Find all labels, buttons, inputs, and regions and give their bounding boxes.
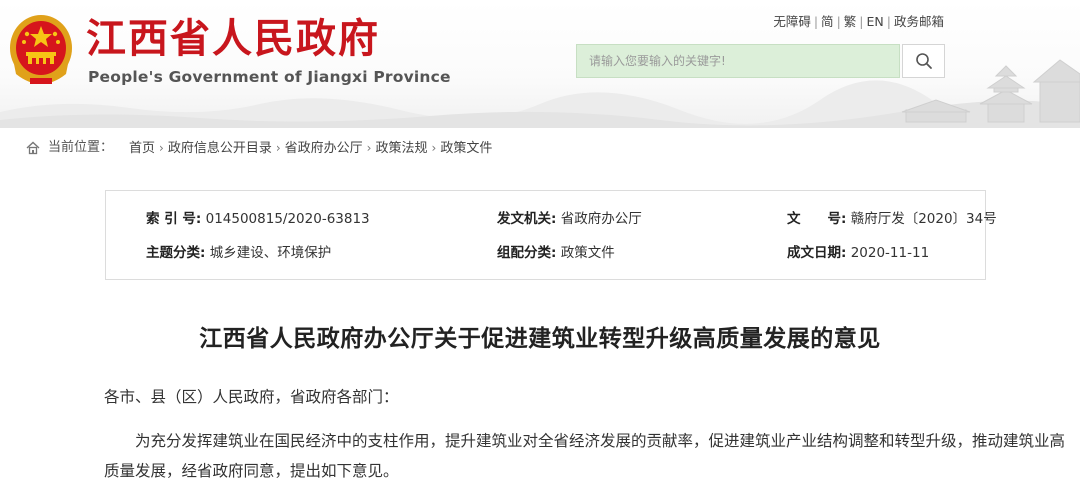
breadcrumb-item-policy-documents[interactable]: 政策文件 [440, 141, 492, 156]
traditional-chinese-link[interactable]: 繁 [844, 14, 857, 29]
meta-index-number: 索 引 号: 014500815/2020-63813 [146, 210, 370, 228]
divider: | [813, 14, 819, 29]
site-title[interactable]: 江西省人民政府 [86, 14, 380, 64]
meta-value: 2020-11-11 [850, 245, 930, 261]
government-mailbox-link[interactable]: 政务邮箱 [894, 14, 944, 29]
national-emblem-icon[interactable] [8, 12, 74, 88]
meta-topic: 主题分类: 城乡建设、环境保护 [146, 244, 331, 262]
top-links: 无障碍 | 简 | 繁 | EN | 政务邮箱 [773, 14, 944, 30]
meta-value: 014500815/2020-63813 [205, 211, 370, 227]
breadcrumb: 当前位置： 首页 › 政府信息公开目录 › 省政府办公厅 › 政策法规 › 政策文件 [0, 133, 1080, 163]
site-header: 江西省人民政府 People's Government of Jiangxi P… [0, 0, 1080, 128]
simplified-chinese-link[interactable]: 简 [821, 14, 834, 29]
home-icon [26, 141, 40, 155]
meta-value: 政策文件 [560, 245, 615, 261]
document-meta-box: 索 引 号: 014500815/2020-63813 发文机关: 省政府办公厅… [105, 190, 997, 280]
document-body-paragraph: 为充分发挥建筑业在国民经济中的支柱作用，提升建筑业对全省经济发展的贡献率，促进建… [104, 432, 1066, 480]
document-title: 江西省人民政府办公厅关于促进建筑业转型升级高质量发展的意见 [199, 326, 881, 352]
search-button[interactable] [902, 44, 945, 78]
meta-document-number: 文 号: 赣府厅发〔2020〕34号 [787, 210, 997, 228]
divider: | [836, 14, 841, 29]
chevron-right-icon: › [431, 141, 437, 155]
chevron-right-icon: › [159, 141, 164, 155]
meta-date: 成文日期: 2020-11-11 [787, 244, 929, 262]
breadcrumb-label: 当前位置： [48, 140, 114, 155]
meta-key: 成文日期: [787, 245, 847, 261]
meta-category: 组配分类: 政策文件 [497, 244, 615, 262]
divider: | [859, 14, 864, 29]
breadcrumb-list: 首页 › 政府信息公开目录 › 省政府办公厅 › 政策法规 › 政策文件 [129, 133, 492, 164]
meta-key: 主题分类: [146, 245, 206, 261]
meta-key: 文 号: [787, 211, 847, 227]
divider: | [886, 14, 891, 29]
meta-value: 城乡建设、环境保护 [209, 245, 332, 261]
breadcrumb-item-regulations[interactable]: 政策法规 [375, 141, 427, 156]
breadcrumb-item-home[interactable]: 首页 [129, 141, 155, 156]
search-box [576, 44, 945, 78]
english-link[interactable]: EN [867, 14, 884, 29]
breadcrumb-item-info-directory[interactable]: 政府信息公开目录 [168, 141, 272, 156]
meta-value: 赣府厅发〔2020〕34号 [850, 211, 997, 227]
chevron-right-icon: › [275, 141, 281, 155]
search-icon [915, 53, 932, 69]
search-input[interactable] [576, 44, 900, 78]
meta-key: 组配分类: [497, 245, 557, 261]
meta-value: 省政府办公厅 [560, 211, 642, 227]
document-salutation: 各市、县（区）人民政府，省政府各部门： [104, 388, 399, 406]
meta-key: 索 引 号: [146, 211, 202, 227]
accessibility-link[interactable]: 无障碍 [773, 14, 811, 29]
breadcrumb-item-general-office[interactable]: 省政府办公厅 [285, 141, 363, 156]
meta-issuer: 发文机关: 省政府办公厅 [497, 210, 642, 228]
chevron-right-icon: › [366, 141, 372, 155]
meta-key: 发文机关: [497, 211, 557, 227]
site-subtitle: People's Government of Jiangxi Province [88, 68, 451, 86]
